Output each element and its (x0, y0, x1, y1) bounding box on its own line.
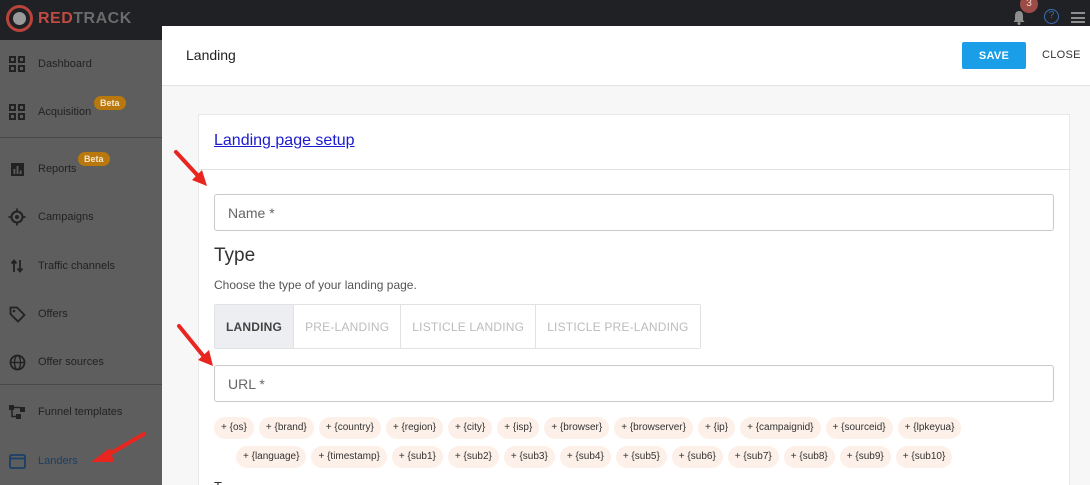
card-divider (199, 169, 1071, 170)
target-icon (8, 208, 26, 226)
url-token-chip[interactable]: + {campaignid} (740, 417, 821, 439)
sidebar-item-label: Campaigns (38, 211, 94, 223)
globe-icon (8, 353, 26, 371)
token-row-2: + {language} + {timestamp} + {sub1} + {sub2… (236, 446, 957, 468)
bar-chart-icon (8, 160, 26, 178)
bell-icon[interactable] (1012, 10, 1026, 25)
url-token-chip[interactable]: + {sub9} (839, 446, 891, 468)
modal-header: Landing SAVE CLOSE (162, 26, 1090, 86)
truncated-label: T (214, 479, 222, 485)
type-selector: LANDING PRE-LANDING LISTICLE LANDING LIS… (214, 304, 701, 349)
url-token-chip[interactable]: + {sub4} (559, 446, 611, 468)
sidebar-item-traffic-channels[interactable]: Traffic channels (0, 246, 162, 286)
url-token-chip[interactable]: + {ip} (697, 417, 736, 439)
type-option-pre-landing[interactable]: PRE-LANDING (294, 305, 402, 348)
url-token-chip[interactable]: + {browserver} (614, 417, 693, 439)
type-description: Choose the type of your landing page. (214, 278, 417, 292)
logo-mark-icon (6, 5, 33, 32)
logo-text: REDTRACK (38, 9, 132, 27)
sidebar-item-label: Landers (38, 455, 78, 467)
url-token-chip[interactable]: + {timestamp} (311, 446, 387, 468)
type-option-listicle-landing[interactable]: LISTICLE LANDING (401, 305, 537, 348)
sidebar-item-offers[interactable]: Offers (0, 294, 162, 334)
url-token-chip[interactable]: + {sourceid} (825, 417, 893, 439)
sidebar-item-label: Reports (38, 163, 77, 175)
arrows-updown-icon (8, 257, 26, 275)
hamburger-menu-icon[interactable] (1071, 12, 1085, 23)
dashboard-icon (8, 55, 26, 73)
url-token-chip[interactable]: + {isp} (497, 417, 540, 439)
sidebar-item-dashboard[interactable]: Dashboard (0, 44, 162, 84)
beta-badge: Beta (78, 152, 110, 166)
type-heading: Type (214, 245, 256, 266)
red-arrow-annotation (177, 324, 213, 366)
window-icon (8, 452, 26, 470)
sidebar-item-label: Traffic channels (38, 260, 116, 272)
url-token-chip[interactable]: + {sub5} (615, 446, 667, 468)
sidebar-item-campaigns[interactable]: Campaigns (0, 197, 162, 237)
sidebar-item-funnel-templates[interactable]: Funnel templates (0, 392, 162, 432)
tag-icon (8, 305, 26, 323)
sidebar-item-offer-sources[interactable]: Offer sources (0, 342, 162, 382)
sidebar-item-label: Funnel templates (38, 406, 123, 418)
red-arrow-annotation (91, 432, 146, 462)
sidebar-item-label: Dashboard (38, 58, 92, 70)
url-token-chip[interactable]: + {sub7} (727, 446, 779, 468)
url-token-chip[interactable]: + {sub6} (671, 446, 723, 468)
beta-badge: Beta (94, 96, 126, 110)
name-field (214, 194, 1054, 231)
name-input[interactable] (215, 195, 1053, 230)
red-arrow-annotation (174, 150, 207, 186)
sidebar-divider (0, 137, 162, 138)
funnel-icon (8, 403, 26, 421)
redtrack-logo[interactable]: REDTRACK (6, 5, 132, 32)
sidebar: Dashboard Acquisition Beta Reports Beta … (0, 40, 162, 485)
url-token-chip[interactable]: + {sub8} (783, 446, 835, 468)
url-token-chip[interactable]: + {sub2} (447, 446, 499, 468)
url-token-chip[interactable]: + {city} (447, 417, 493, 439)
url-token-chip[interactable]: + {language} (236, 446, 307, 468)
sidebar-item-label: Acquisition (38, 106, 92, 118)
setup-card: Landing page setup Type Choose the type … (198, 114, 1071, 485)
sidebar-item-label: Offers (38, 308, 68, 320)
type-option-listicle-pre-landing[interactable]: LISTICLE PRE-LANDING (536, 305, 700, 348)
modal-title: Landing (186, 47, 236, 63)
url-token-chip[interactable]: + {sub3} (503, 446, 555, 468)
url-token-chip[interactable]: + {region} (385, 417, 443, 439)
help-icon[interactable]: ? (1044, 9, 1059, 24)
url-token-chip[interactable]: + {os} (214, 417, 254, 439)
section-title-link[interactable]: Landing page setup (214, 132, 355, 150)
url-token-chip[interactable]: + {country} (318, 417, 381, 439)
url-token-chip[interactable]: + {lpkeyua} (897, 417, 962, 439)
save-button[interactable]: SAVE (962, 42, 1026, 69)
notification-count-badge: 3 (1020, 0, 1038, 13)
url-token-chip[interactable]: + {browser} (544, 417, 610, 439)
url-token-chip[interactable]: + {brand} (258, 417, 314, 439)
landing-modal: Landing SAVE CLOSE Landing page setup Ty… (162, 26, 1090, 485)
sidebar-item-acquisition[interactable]: Acquisition (0, 92, 162, 132)
modal-body: Landing page setup Type Choose the type … (162, 86, 1090, 485)
type-option-landing[interactable]: LANDING (215, 305, 295, 348)
url-input[interactable] (215, 366, 1053, 401)
url-token-chip[interactable]: + {sub10} (895, 446, 953, 468)
url-field (214, 365, 1054, 402)
sidebar-divider (0, 384, 162, 385)
sidebar-item-label: Offer sources (38, 356, 104, 368)
dashboard-icon (8, 103, 26, 121)
token-row-1: + {os} + {brand} + {country} + {region} + {c… (214, 417, 966, 439)
close-button[interactable]: CLOSE (1042, 42, 1081, 69)
url-token-chip[interactable]: + {sub1} (391, 446, 443, 468)
